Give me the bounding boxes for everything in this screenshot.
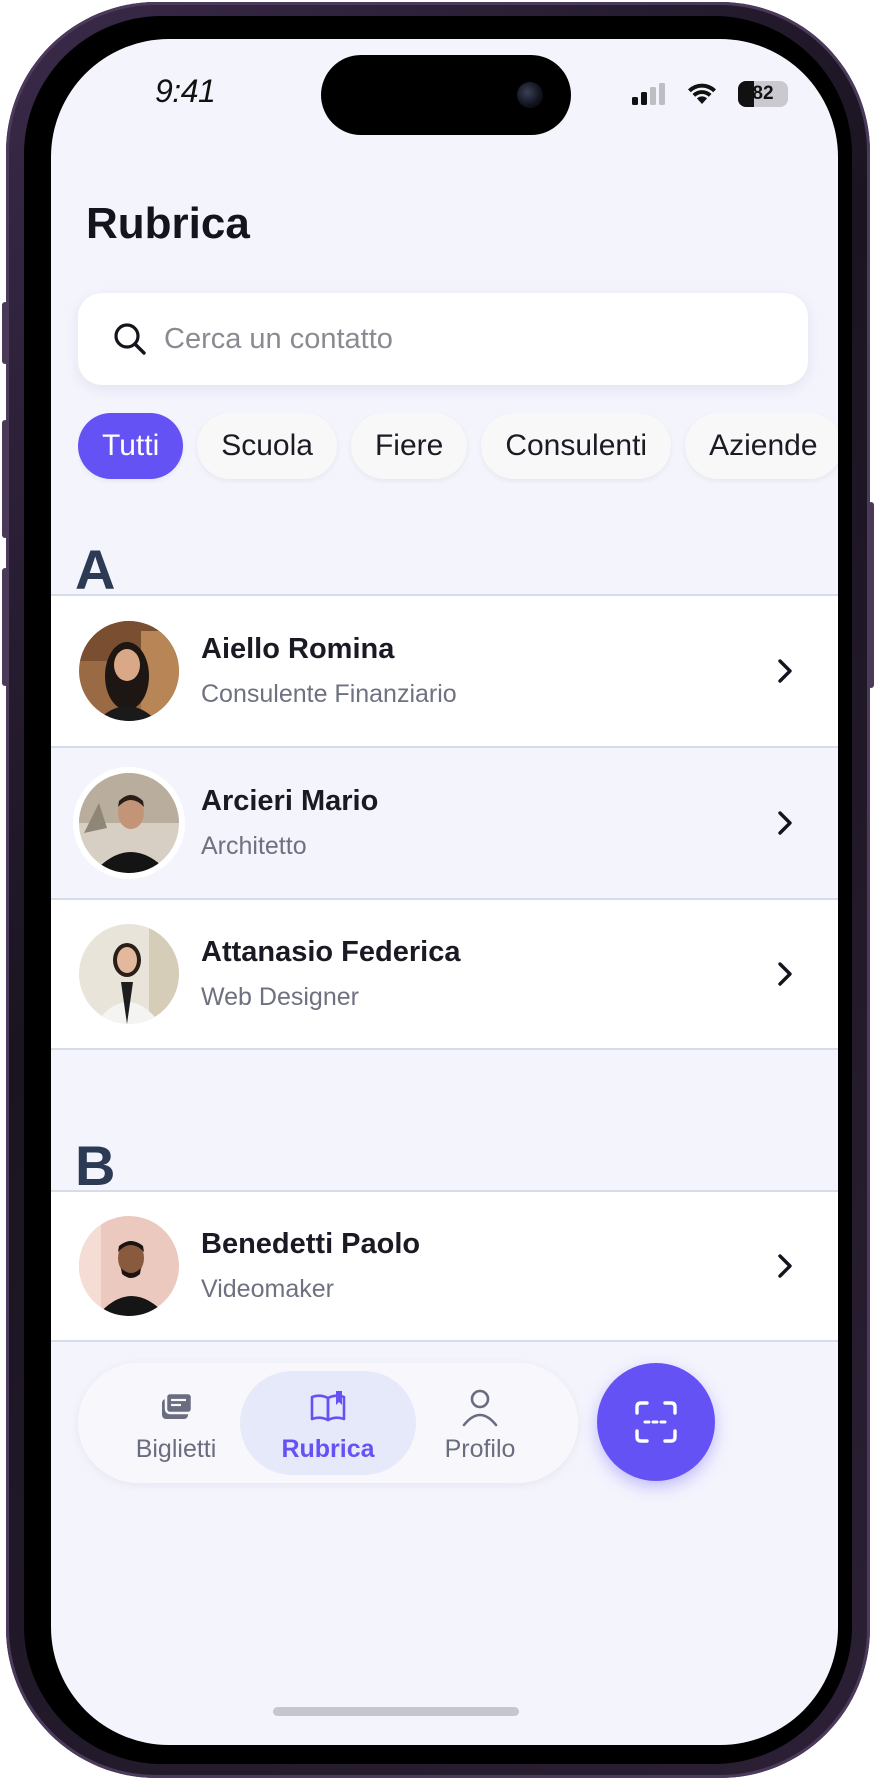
contact-name: Benedetti Paolo [201, 1228, 421, 1260]
status-icons: 82 [632, 79, 788, 109]
tab-bar: Biglietti Rubrica Profilo [78, 1363, 578, 1483]
search-bar[interactable] [78, 293, 808, 385]
status-time: 9:41 [155, 73, 216, 109]
chip-tutti[interactable]: Tutti [78, 413, 184, 479]
search-input[interactable] [164, 322, 724, 356]
chevron-right-icon [778, 962, 792, 986]
avatar [79, 1216, 179, 1316]
contact-row[interactable]: Arcieri Mario Architetto [51, 746, 838, 898]
contact-row[interactable]: Benedetti Paolo Videomaker [51, 1190, 838, 1342]
chevron-right-icon [778, 811, 792, 835]
contact-role: Consulente Finanziario [201, 680, 457, 708]
tab-biglietti[interactable]: Biglietti [88, 1371, 264, 1475]
chevron-right-icon [778, 659, 792, 683]
section-letter-a: A [75, 538, 116, 601]
chip-consulenti[interactable]: Consulenti [481, 413, 672, 479]
scan-button[interactable] [597, 1363, 715, 1481]
avatar [79, 924, 179, 1024]
tab-label: Rubrica [281, 1435, 375, 1463]
volume-up-button [2, 420, 8, 538]
person-icon [462, 1389, 498, 1427]
mute-switch [2, 302, 8, 364]
contact-name: Arcieri Mario [201, 785, 379, 817]
tab-label: Biglietti [135, 1435, 217, 1463]
signal-icon [632, 83, 665, 105]
avatar [79, 773, 179, 873]
book-icon [310, 1391, 346, 1422]
filter-chips: Tutti Scuola Fiere Consulenti Aziende [78, 413, 838, 483]
tab-profilo[interactable]: Profilo [392, 1371, 568, 1475]
volume-down-button [2, 568, 8, 686]
chip-fiere[interactable]: Fiere [350, 413, 468, 479]
battery-icon: 82 [738, 81, 788, 107]
contact-role: Videomaker [201, 1275, 334, 1303]
tab-rubrica[interactable]: Rubrica [240, 1371, 416, 1475]
cards-icon [162, 1391, 194, 1419]
contact-name: Aiello Romina [201, 633, 395, 665]
camera-icon [517, 82, 543, 108]
contact-row[interactable]: Attanasio Federica Web Designer [51, 898, 838, 1050]
avatar [79, 621, 179, 721]
contact-name: Attanasio Federica [201, 936, 461, 968]
wifi-icon [688, 83, 716, 104]
home-indicator[interactable] [273, 1707, 519, 1716]
battery-level: 82 [752, 83, 774, 104]
page-title: Rubrica [86, 199, 250, 248]
contact-row[interactable]: Aiello Romina Consulente Finanziario [51, 594, 838, 746]
screen: 9:41 82 Rubrica Cerca un contatto Tutti … [51, 39, 838, 1745]
dynamic-island [321, 55, 571, 135]
contact-role: Web Designer [201, 983, 359, 1011]
contact-role: Architetto [201, 832, 307, 860]
power-button [868, 502, 874, 688]
phone-frame: 9:41 82 Rubrica Cerca un contatto Tutti … [2, 2, 874, 1778]
scan-icon [635, 1401, 677, 1443]
section-letter-b: B [75, 1134, 116, 1197]
search-icon [114, 323, 146, 355]
chip-scuola[interactable]: Scuola [197, 413, 337, 479]
tab-label: Profilo [444, 1435, 516, 1463]
chip-aziende[interactable]: Aziende [685, 413, 838, 479]
chevron-right-icon [778, 1254, 792, 1278]
